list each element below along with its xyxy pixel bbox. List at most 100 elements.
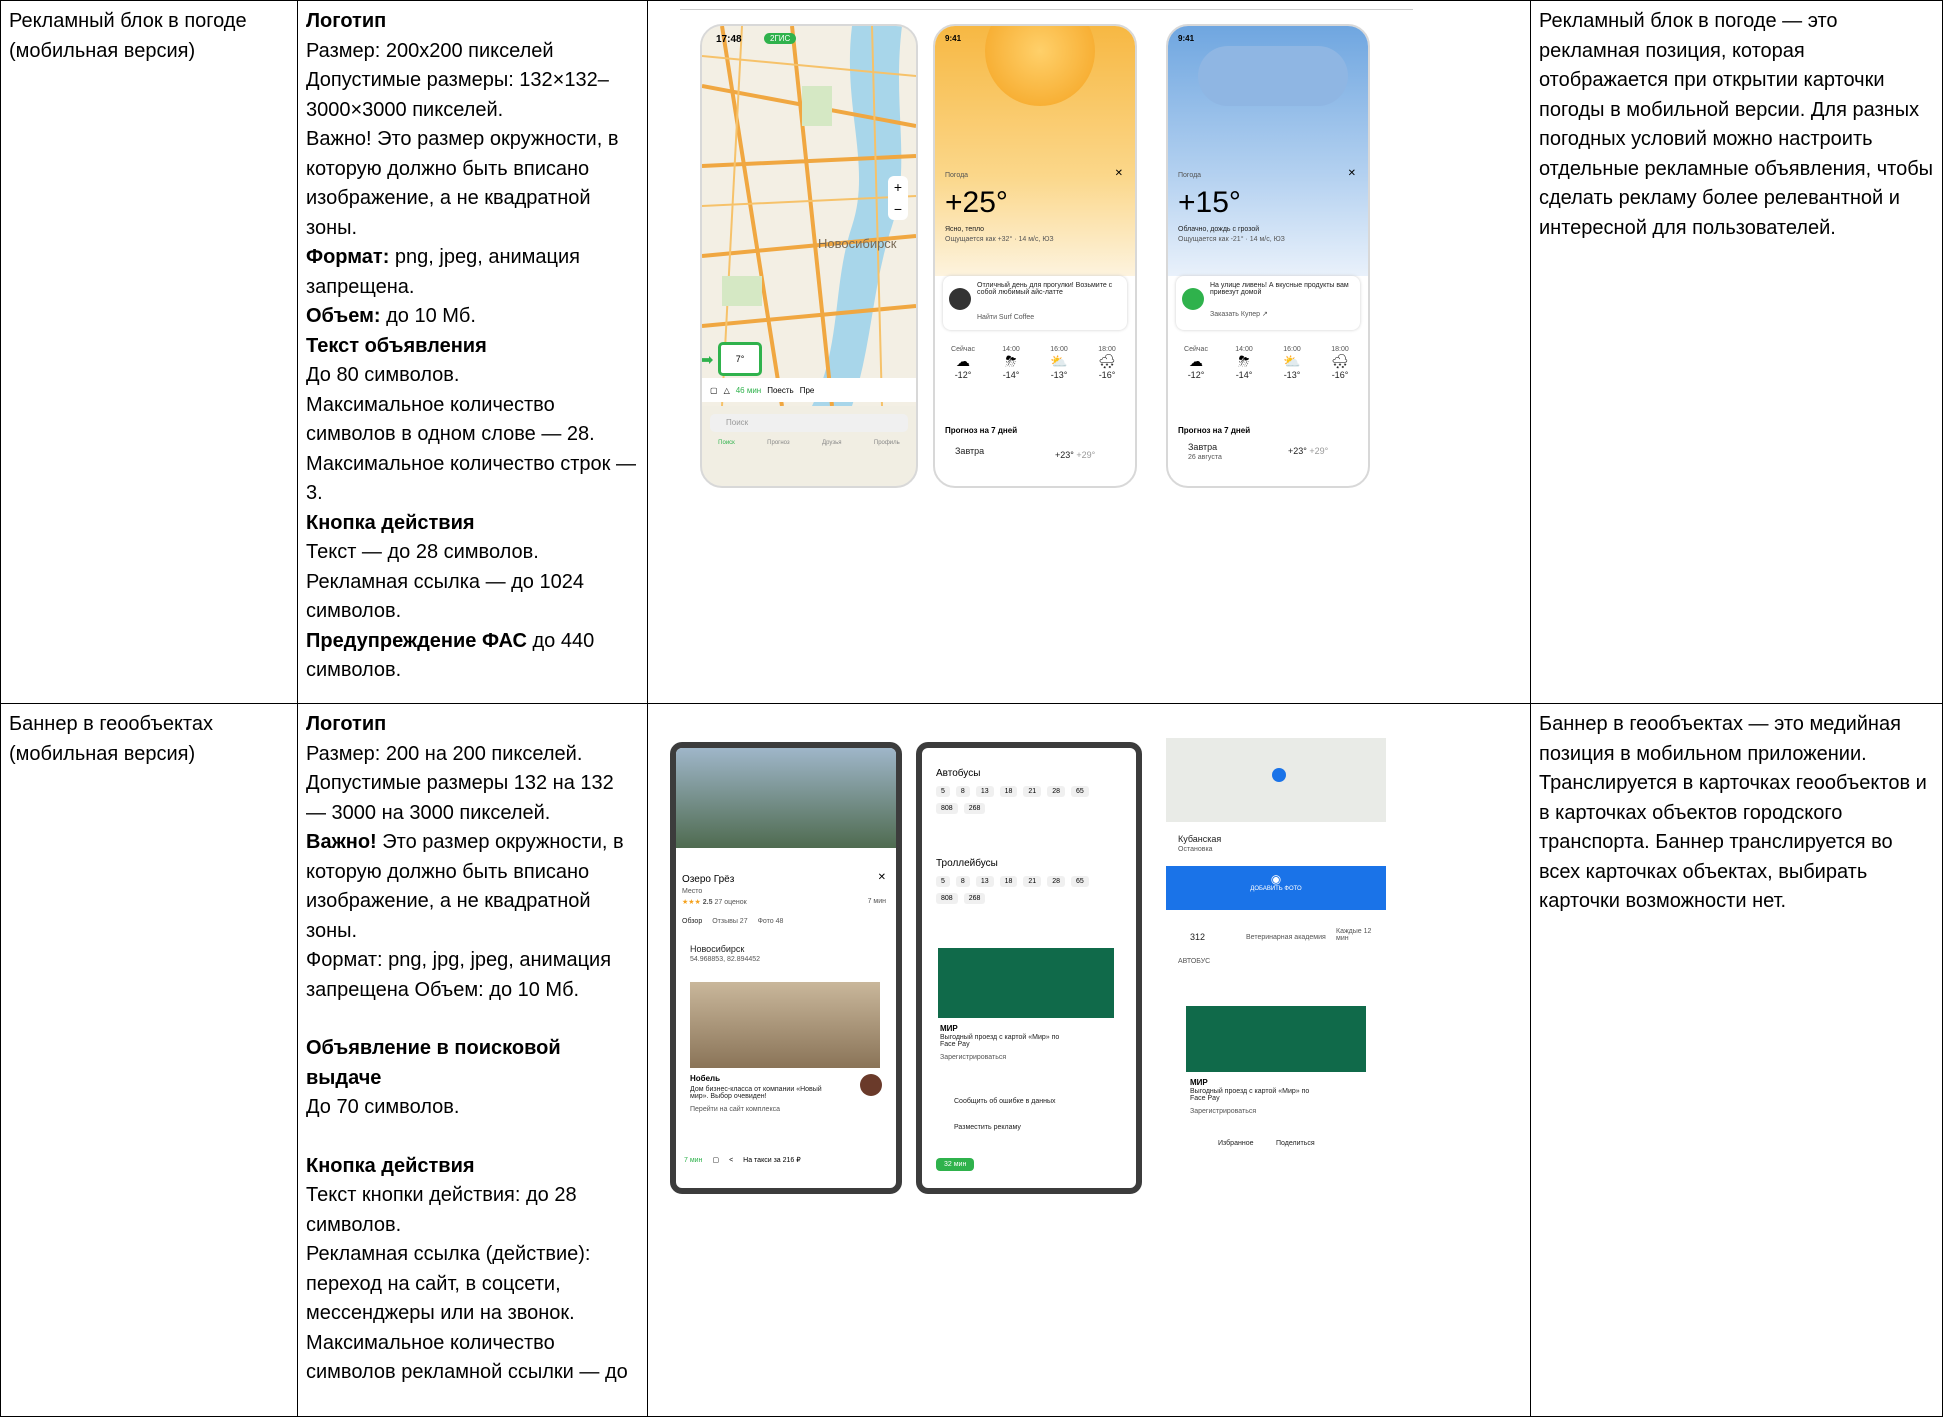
route-chip[interactable]: 268	[963, 893, 986, 904]
route-chip[interactable]: 268	[963, 803, 986, 814]
spec-text: Рекламная ссылка (действие): переход на …	[306, 1243, 628, 1383]
weather-chip[interactable]: 7°	[718, 342, 762, 376]
spec-text: Важно! Это размер окружности, в которую …	[306, 828, 639, 946]
favorite-button[interactable]: Избранное	[1218, 1140, 1253, 1147]
weather-ad[interactable]: Отличный день для прогулки! Возьмите с с…	[943, 276, 1127, 330]
ad-link[interactable]: Зарегистрироваться	[1190, 1108, 1256, 1115]
search-input[interactable]: Поиск	[710, 414, 908, 432]
tab-friends[interactable]: Друзья	[822, 440, 841, 446]
route-chip[interactable]: 8	[955, 786, 970, 797]
weather-label: Погода	[945, 172, 969, 179]
row-name: Рекламный блок в погоде (мобильная верси…	[0, 0, 298, 704]
route-chip[interactable]: 21	[1023, 876, 1042, 887]
feels-like: Ощущается как -21° · 14 м/с, ЮЗ	[1178, 236, 1285, 243]
spec-text: Максимальное количество строк — 3.	[306, 452, 636, 505]
route-chip[interactable]: 13	[975, 876, 994, 887]
route-chip[interactable]: 18	[999, 786, 1018, 797]
share-button[interactable]: Поделиться	[1276, 1140, 1315, 1147]
weather-sunny-screen: 9:41 Погода ✕ +25° Ясно, тепло Ощущается…	[933, 24, 1137, 488]
weather-label: Погода	[1178, 172, 1202, 179]
bookmark-icon[interactable]: ▢	[710, 386, 718, 395]
ad-link[interactable]: Перейти на сайт комплекса	[690, 1106, 780, 1113]
route-button[interactable]: 32 мин	[936, 1158, 975, 1171]
app-badge[interactable]: 2ГИС	[764, 33, 797, 44]
route-chip[interactable]: 21	[1023, 786, 1042, 797]
route-chip[interactable]: 28	[1047, 876, 1065, 887]
spec-text: Допустимые размеры: 132×132–3000×3000 пи…	[306, 69, 609, 121]
advertiser-logo	[1182, 288, 1204, 310]
report-error-link[interactable]: Сообщить об ошибке в данных	[954, 1098, 1055, 1105]
route-button[interactable]: 7 мин	[684, 1157, 702, 1164]
bookmark-icon[interactable]: ▢	[712, 1156, 719, 1164]
camera-icon: ◉	[1270, 872, 1282, 886]
status-time: 9:41	[1178, 34, 1195, 43]
add-photo-button[interactable]: ◉ ДОБАВИТЬ ФОТО	[1166, 866, 1386, 910]
spec-heading: Кнопка действия	[306, 1154, 475, 1177]
share-icon[interactable]: <	[729, 1157, 733, 1164]
ad-image	[690, 982, 880, 1068]
tab-forecast[interactable]: Прогноз	[767, 440, 790, 446]
spec-text: До 70 символов.	[306, 1096, 460, 1118]
weather-chip-temp: 7°	[735, 354, 745, 364]
route-button[interactable]: 46 мин	[736, 386, 762, 395]
tab-search[interactable]: Поиск	[718, 440, 735, 446]
close-icon[interactable]: ✕	[878, 872, 886, 883]
row-name: Баннер в геообъектах (мобильная версия)	[0, 703, 298, 1417]
tab-reviews[interactable]: Отзывы 27	[712, 918, 747, 925]
row-spec: Логотип Размер: 200x200 пикселей Допусти…	[297, 0, 648, 704]
spec-text: Размер: 200 на 200 пикселей.	[306, 742, 583, 765]
ad-link[interactable]: Заказать Купер ↗	[1210, 310, 1268, 318]
route-chip[interactable]: 5	[936, 786, 950, 797]
row-description: Рекламный блок в погоде — это рекламная …	[1530, 0, 1943, 704]
ad-link[interactable]: Найти Surf Coffee	[977, 314, 1034, 321]
ad-brand: МИР	[940, 1024, 958, 1033]
hour-item: 16:00 ⛅ -13°	[1050, 346, 1068, 380]
spec-text: Предупреждение ФАС до 440 символов.	[306, 627, 639, 686]
pointer-arrow-icon: ➡	[700, 352, 714, 369]
eat-button[interactable]: Поесть	[767, 386, 793, 395]
route-chip[interactable]: 65	[1071, 786, 1089, 797]
ad-brand: МИР	[1190, 1078, 1208, 1087]
route-chip[interactable]: 808	[936, 803, 958, 814]
place-title: Озеро Грёз	[682, 874, 735, 885]
route-chip[interactable]: 65	[1071, 876, 1089, 887]
close-icon[interactable]: ✕	[1115, 168, 1123, 179]
route-chip[interactable]: 13	[975, 786, 994, 797]
ad-link[interactable]: Зарегистрироваться	[940, 1054, 1006, 1061]
tab-photos[interactable]: Фото 48	[758, 918, 784, 925]
ad-image	[938, 948, 1114, 1018]
route-chip[interactable]: 28	[1047, 786, 1065, 797]
hourly-forecast: Сейчас ☁ -12° 14:00 ⛈ -14° 16:00 ⛅ -13° 18:00 🌨…	[1176, 346, 1360, 380]
spec-label: Формат:	[306, 246, 390, 268]
tab-profile[interactable]: Профиль	[874, 440, 900, 446]
spec-label: Важно!	[306, 831, 377, 853]
trolleys-title: Троллейбусы	[936, 858, 998, 869]
buses-title: Автобусы	[936, 768, 981, 779]
ad-text: Выгодный проезд с картой «Мир» по Face P…	[940, 1034, 1060, 1048]
route-chip[interactable]: 18	[999, 876, 1018, 887]
weather-ad[interactable]: На улице ливень! А вкусные продукты вам …	[1176, 276, 1360, 330]
route-chip[interactable]: 808	[936, 893, 958, 904]
map-screen: 17:48 2ГИС Новосибирск + − 7° ➡ ▢ △ 46 ми…	[700, 24, 918, 488]
stop-name: Кубанская	[1178, 834, 1222, 844]
spec-text: Текст — до 28 символов.	[306, 541, 539, 563]
tomorrow-date: 26 августа	[1188, 454, 1222, 461]
feels-like: Ощущается как +32° · 14 м/с, ЮЗ	[945, 236, 1054, 243]
hour-item: Сейчас ☁ -12°	[951, 346, 975, 380]
cloud-illustration	[1198, 46, 1348, 106]
zoom-controls[interactable]: + −	[888, 176, 908, 220]
pin-icon[interactable]: △	[724, 386, 730, 395]
hour-item: 14:00 ⛈ -14°	[1002, 346, 1020, 380]
map-toolbar: ▢ △ 46 мин Поесть Пре	[702, 378, 916, 402]
address-city: Новосибирск	[690, 944, 745, 954]
more-button[interactable]: Пре	[800, 386, 815, 395]
hour-item: 18:00 🌨 -16°	[1098, 346, 1116, 380]
route-chip[interactable]: 8	[955, 876, 970, 887]
route-chip[interactable]: 5	[936, 876, 950, 887]
close-icon[interactable]: ✕	[1348, 168, 1356, 179]
ad-text: На улице ливень! А вкусные продукты вам …	[1210, 282, 1349, 296]
tab-overview[interactable]: Обзор	[682, 918, 702, 925]
taxi-button[interactable]: На такси за 216 ₽	[743, 1156, 801, 1164]
place-ad-link[interactable]: Разместить рекламу	[954, 1124, 1021, 1131]
ad-image	[1186, 1006, 1366, 1072]
